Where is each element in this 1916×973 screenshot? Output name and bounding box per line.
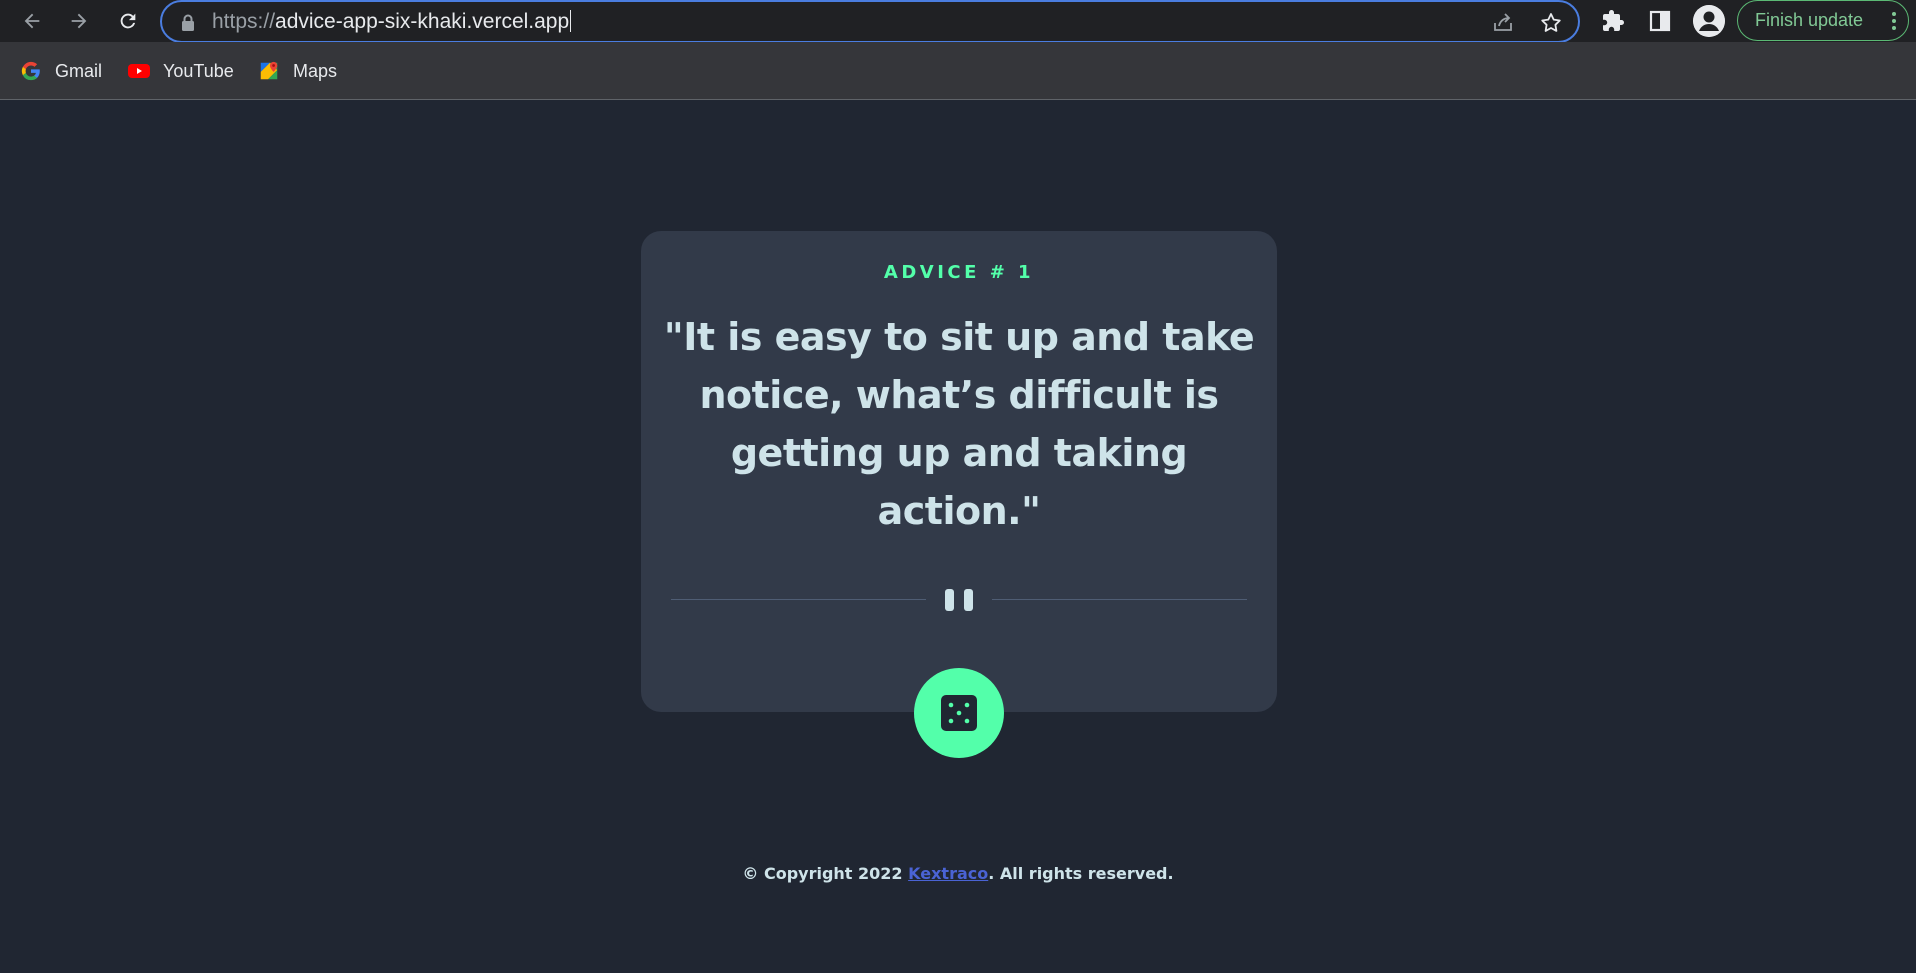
side-panel-icon <box>1649 10 1671 32</box>
copyright-suffix: . All rights reserved. <box>988 864 1174 883</box>
person-icon <box>1693 5 1725 37</box>
bookmark-maps[interactable]: Maps <box>257 58 337 84</box>
lock-icon <box>182 14 194 31</box>
bookmark-label: YouTube <box>163 60 234 81</box>
browser-toolbar: https://advice-app-six-khaki.vercel.app … <box>0 0 1916 43</box>
bookmarks-bar: Gmail YouTube Maps <box>0 42 1916 100</box>
arrow-left-icon <box>24 13 40 29</box>
puzzle-icon <box>1603 10 1624 31</box>
dice-icon <box>941 695 977 731</box>
maps-icon <box>257 59 281 83</box>
finish-update-label: Finish update <box>1755 10 1864 30</box>
youtube-icon <box>127 59 151 83</box>
divider-line-right <box>992 599 1247 600</box>
back-button[interactable] <box>17 6 47 36</box>
url-text: https://advice-app-six-khaki.vercel.app <box>212 10 572 34</box>
share-button[interactable] <box>1490 10 1516 36</box>
star-icon <box>1541 13 1561 32</box>
copyright-prefix: © Copyright 2022 <box>742 864 909 883</box>
pause-icon <box>945 589 973 611</box>
advice-number: ADVICE # 1 <box>883 262 1035 283</box>
reload-icon <box>120 13 136 29</box>
url-host: advice-app-six-khaki.vercel.app <box>275 10 570 33</box>
finish-update-button[interactable]: Finish update <box>1737 0 1909 41</box>
reload-button[interactable] <box>113 6 143 36</box>
arrow-right-icon <box>71 13 87 29</box>
share-icon <box>1494 13 1512 31</box>
more-vert-icon <box>1892 12 1896 30</box>
advice-quote: "It is easy to sit up and take notice, w… <box>663 315 1255 533</box>
generate-advice-button[interactable] <box>914 668 1004 758</box>
divider-line-left <box>671 599 926 600</box>
address-bar[interactable]: https://advice-app-six-khaki.vercel.app <box>160 0 1580 43</box>
author-link[interactable]: Kextraco <box>908 864 988 883</box>
footer-copyright: © Copyright 2022 Kextraco. All rights re… <box>0 864 1916 883</box>
profile-avatar[interactable] <box>1693 5 1725 37</box>
url-scheme: https:// <box>212 10 276 33</box>
google-icon <box>19 59 43 83</box>
bookmark-gmail[interactable]: Gmail <box>19 58 102 84</box>
forward-button[interactable] <box>64 6 94 36</box>
bookmark-label: Maps <box>293 60 338 81</box>
extensions-button[interactable] <box>1598 6 1628 36</box>
side-panel-button[interactable] <box>1645 6 1675 36</box>
bookmark-star-button[interactable] <box>1538 10 1564 36</box>
bookmark-youtube[interactable]: YouTube <box>127 58 234 84</box>
bookmark-label: Gmail <box>55 60 103 81</box>
